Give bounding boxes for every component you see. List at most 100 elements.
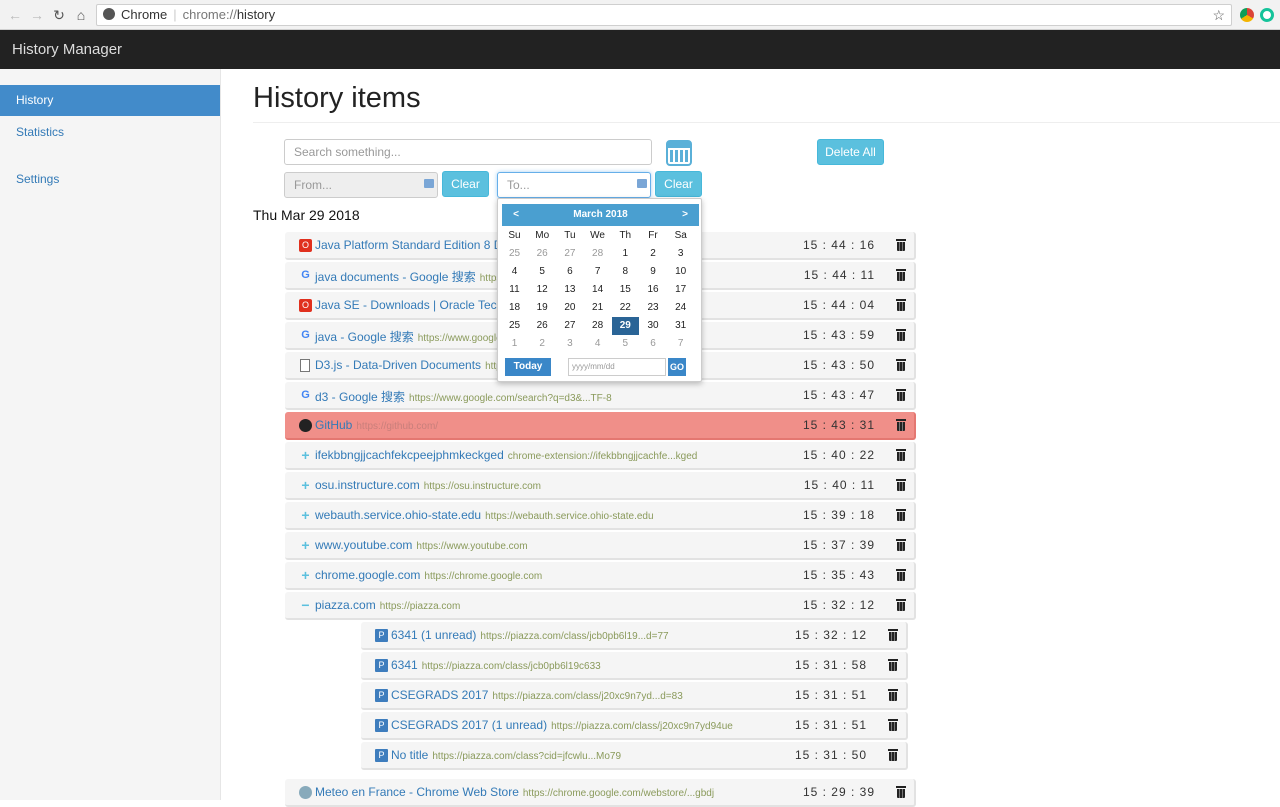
calendar-day[interactable]: 7 [584, 263, 611, 281]
calendar-day[interactable]: 30 [640, 317, 667, 335]
history-item-title[interactable]: java documents - Google 搜索 https:/ [315, 268, 507, 285]
calendar-day[interactable]: 28 [584, 245, 611, 263]
trash-icon[interactable] [896, 419, 906, 431]
from-date-input[interactable]: From... [284, 172, 438, 198]
trash-icon[interactable] [896, 786, 906, 798]
calendar-day[interactable]: 6 [556, 263, 583, 281]
clear-from-button[interactable]: Clear [442, 171, 489, 197]
calendar-day[interactable]: 11 [501, 281, 528, 299]
history-item-url[interactable]: https://piazza.com/class/jcb0pb6l19...d=… [480, 631, 668, 642]
history-item-title[interactable]: D3.js - Data-Driven Documentshttps: [315, 358, 510, 372]
calendar-day[interactable]: 22 [612, 299, 639, 317]
calendar-day[interactable]: 5 [529, 263, 556, 281]
calendar-day[interactable]: 15 [612, 281, 639, 299]
history-item-title[interactable]: webauth.service.ohio-state.edu https://we… [315, 508, 654, 522]
calendar-day[interactable]: 16 [640, 281, 667, 299]
history-item-title[interactable]: java - Google 搜索 https://www.google.c [315, 328, 509, 345]
sidebar-item-settings[interactable]: Settings [0, 164, 220, 195]
history-item-title[interactable]: CSEGRADS 2017 https://piazza.com/class/j2… [391, 688, 683, 702]
reload-icon[interactable]: ↻ [50, 6, 68, 24]
history-item-url[interactable]: https://piazza.com [380, 601, 461, 612]
history-item-url[interactable]: https://github.com/ [356, 421, 438, 432]
trash-icon[interactable] [896, 389, 906, 401]
calendar-day[interactable]: 12 [529, 281, 556, 299]
calendar-day[interactable]: 4 [501, 263, 528, 281]
history-subitem[interactable]: P No title https://piazza.com/class?cid=jf… [361, 742, 908, 770]
history-item-title[interactable]: 6341 (1 unread) https://piazza.com/class/… [391, 628, 669, 642]
date-picker-icon[interactable] [424, 179, 434, 188]
history-item-title[interactable]: chrome.google.com https://chrome.google.c… [315, 568, 542, 582]
back-arrow-icon[interactable]: ← [6, 6, 24, 24]
forward-arrow-icon[interactable]: → [28, 6, 46, 24]
trash-icon[interactable] [896, 269, 906, 281]
calendar-day[interactable]: 27 [556, 245, 583, 263]
calendar-day[interactable]: 7 [667, 335, 694, 353]
expand-plus-icon[interactable]: + [299, 478, 312, 492]
history-item-url[interactable]: https://chrome.google.com/webstore/...gb… [523, 788, 714, 799]
trash-icon[interactable] [888, 629, 898, 641]
date-picker-icon[interactable] [637, 179, 647, 188]
calendar-day[interactable]: 9 [640, 263, 667, 281]
calendar-icon[interactable] [666, 140, 692, 166]
history-item-title[interactable]: www.youtube.com https://www.youtube.com [315, 538, 528, 552]
calendar-day[interactable]: 18 [501, 299, 528, 317]
collapse-minus-icon[interactable]: − [299, 598, 312, 612]
grammarly-extension-icon[interactable] [1260, 8, 1274, 22]
trash-icon[interactable] [896, 569, 906, 581]
calendar-day[interactable]: 2 [640, 245, 667, 263]
calendar-day[interactable]: 17 [667, 281, 694, 299]
calendar-day[interactable]: 10 [667, 263, 694, 281]
extension-icon[interactable] [1240, 8, 1254, 22]
calendar-day[interactable]: 8 [612, 263, 639, 281]
trash-icon[interactable] [888, 749, 898, 761]
calendar-day[interactable]: 1 [501, 335, 528, 353]
history-item[interactable]: + www.youtube.com https://www.youtube.com 1… [285, 532, 916, 560]
trash-icon[interactable] [896, 359, 906, 371]
history-item-url[interactable]: https://piazza.com/class?cid=jfcwlu...Mo… [432, 751, 621, 762]
calendar-date-input[interactable]: yyyy/mm/dd [568, 358, 666, 376]
history-item[interactable]: Gd3 - Google 搜索 https://www.google.com/se… [285, 382, 916, 410]
calendar-day[interactable]: 19 [529, 299, 556, 317]
history-item-title[interactable]: osu.instructure.com https://osu.instructu… [315, 478, 541, 492]
calendar-prev-button[interactable]: < [506, 204, 526, 226]
delete-all-button[interactable]: Delete All [817, 139, 884, 165]
trash-icon[interactable] [896, 599, 906, 611]
trash-icon[interactable] [896, 479, 906, 491]
calendar-day[interactable]: 5 [612, 335, 639, 353]
history-item-title[interactable]: piazza.com https://piazza.com [315, 598, 460, 612]
calendar-day[interactable]: 26 [529, 317, 556, 335]
calendar-day[interactable]: 13 [556, 281, 583, 299]
history-subitem[interactable]: P 6341 (1 unread) https://piazza.com/class… [361, 622, 908, 650]
clear-to-button[interactable]: Clear [655, 171, 702, 197]
history-item-title[interactable]: GitHub https://github.com/ [315, 418, 438, 432]
history-item-title[interactable]: ifekbbngjjcachfekcpeejphmkeckged chrome-e… [315, 448, 697, 462]
history-item-url[interactable]: https://piazza.com/class/j20xc9n7yd94ue [551, 721, 733, 732]
trash-icon[interactable] [896, 539, 906, 551]
history-subitem[interactable]: P 6341 https://piazza.com/class/jcb0pb6l19… [361, 652, 908, 680]
calendar-day[interactable]: 31 [667, 317, 694, 335]
home-icon[interactable]: ⌂ [72, 6, 90, 24]
calendar-day[interactable]: 2 [529, 335, 556, 353]
history-item-title[interactable]: No title https://piazza.com/class?cid=jfc… [391, 748, 621, 762]
history-item-url[interactable]: https://www.google.c [418, 333, 510, 344]
history-item[interactable]: + chrome.google.com https://chrome.google.… [285, 562, 916, 590]
address-bar[interactable]: Chrome | chrome://history ☆ [96, 4, 1232, 26]
calendar-day[interactable]: 4 [584, 335, 611, 353]
search-input[interactable]: Search something... [284, 139, 652, 165]
calendar-day[interactable]: 24 [667, 299, 694, 317]
expand-plus-icon[interactable]: + [299, 568, 312, 582]
trash-icon[interactable] [896, 239, 906, 251]
expand-plus-icon[interactable]: + [299, 448, 312, 462]
calendar-today-button[interactable]: Today [505, 358, 551, 376]
calendar-day[interactable]: 27 [556, 317, 583, 335]
history-item-title[interactable]: Meteo en France - Chrome Web Store https:… [315, 785, 714, 799]
calendar-day[interactable]: 29 [611, 317, 639, 335]
history-item[interactable]: GitHub https://github.com/15 : 43 : 31 [285, 412, 916, 440]
expand-plus-icon[interactable]: + [299, 508, 312, 522]
history-item-url[interactable]: https://www.youtube.com [416, 541, 527, 552]
calendar-day[interactable]: 28 [584, 317, 611, 335]
history-item[interactable]: + osu.instructure.com https://osu.instruct… [285, 472, 916, 500]
sidebar-item-statistics[interactable]: Statistics [0, 117, 220, 148]
trash-icon[interactable] [888, 719, 898, 731]
history-item-url[interactable]: https://webauth.service.ohio-state.edu [485, 511, 653, 522]
